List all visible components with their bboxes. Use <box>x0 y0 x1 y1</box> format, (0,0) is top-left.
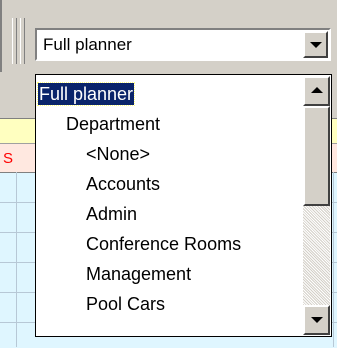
toolbar-edge <box>0 0 2 72</box>
combobox-selected-value: Full planner <box>43 35 132 54</box>
toolbar-separator <box>20 18 25 64</box>
option-conference-rooms[interactable]: Conference Rooms <box>38 229 302 259</box>
option-department[interactable]: Department <box>38 109 302 139</box>
option-pool-cars[interactable]: Pool Cars <box>38 289 302 319</box>
option-none[interactable]: <None> <box>38 139 302 169</box>
scrollbar-thumb[interactable] <box>303 106 330 206</box>
planner-view-dropdown-list[interactable]: Full planner Department <None> Accounts … <box>35 74 332 337</box>
toolbar: Full planner <box>0 0 337 72</box>
grid-line <box>16 172 17 347</box>
planner-view-combobox[interactable]: Full planner <box>35 28 331 61</box>
arrow-down-icon <box>310 317 323 323</box>
option-management[interactable]: Management <box>38 259 302 289</box>
option-accounts[interactable]: Accounts <box>38 169 302 199</box>
combobox-dropdown-button[interactable] <box>303 31 328 58</box>
grid-line <box>333 172 334 347</box>
dropdown-options: Full planner Department <None> Accounts … <box>36 79 302 319</box>
chevron-down-icon <box>309 41 322 48</box>
dropdown-scrollbar[interactable] <box>303 76 330 335</box>
option-admin[interactable]: Admin <box>38 199 302 229</box>
scroll-down-button[interactable] <box>303 305 330 335</box>
toolbar-grip-handle[interactable] <box>12 18 17 64</box>
scroll-up-button[interactable] <box>303 76 330 106</box>
day-marker-left: S <box>3 150 14 167</box>
option-full-planner[interactable]: Full planner <box>36 79 302 109</box>
arrow-up-icon <box>310 87 323 93</box>
